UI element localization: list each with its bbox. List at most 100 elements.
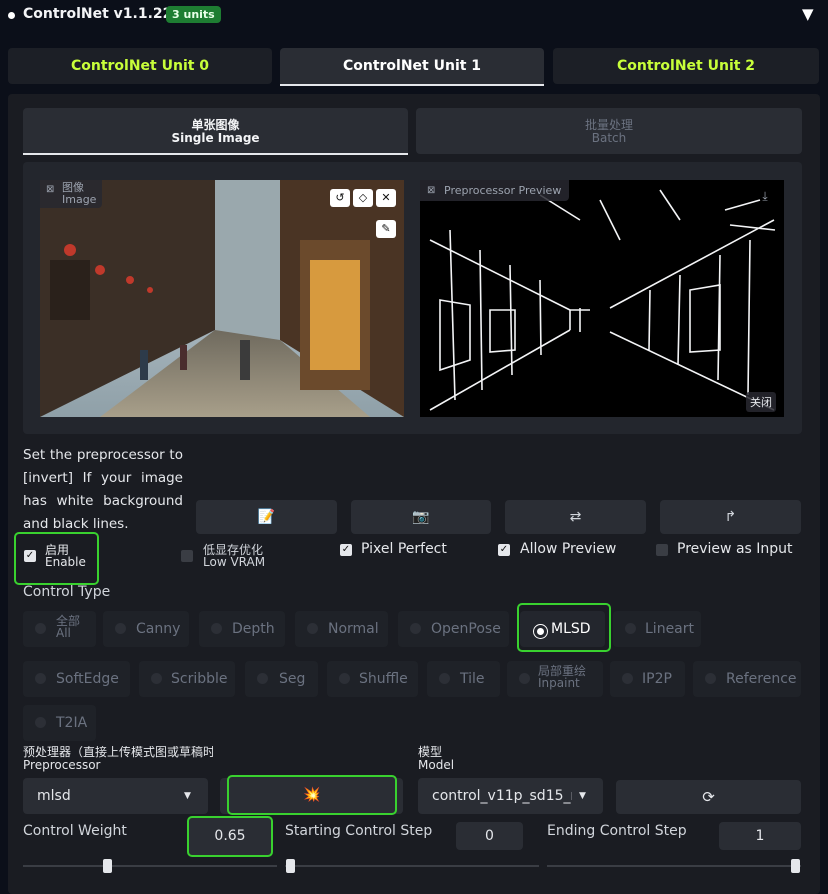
control-weight-label: Control Weight	[23, 823, 127, 839]
dropdown-arrow-icon: ▼	[579, 791, 586, 801]
clear-icon[interactable]: ✕	[376, 189, 396, 207]
radio-icon	[35, 673, 46, 684]
input-image[interactable]: ⊠ 图像 Image ↺ ◇ ✕ ✎	[40, 180, 404, 417]
brush-icon[interactable]: ✎	[376, 220, 396, 238]
control-weight-thumb[interactable]	[103, 859, 112, 873]
send-dimensions-icon[interactable]: ↱	[660, 500, 801, 534]
image-icon: ⊠	[427, 185, 436, 196]
control-type-label: Normal	[328, 621, 379, 637]
control-type-label: Control Type	[23, 584, 111, 600]
control-type-softedge[interactable]: SoftEdge	[23, 661, 130, 697]
control-type-lineart[interactable]: Lineart	[613, 611, 701, 647]
control-type-reference[interactable]: Reference	[693, 661, 801, 697]
control-type-shuffle[interactable]: Shuffle	[327, 661, 418, 697]
model-select[interactable]: control_v11p_sd15_mlsd ▼	[418, 778, 603, 814]
control-type-label: T2IA	[56, 715, 88, 731]
enable-label: 启用 Enable	[45, 544, 86, 568]
control-type-canny[interactable]: Canny	[103, 611, 189, 647]
bullet-icon	[8, 12, 15, 19]
enable-checkbox[interactable]: ✓	[24, 550, 36, 562]
radio-icon	[622, 673, 633, 684]
control-type-mlsd[interactable]: MLSD	[520, 611, 605, 647]
close-preview-button[interactable]: 关闭	[746, 392, 776, 412]
preprocessor-preview: ⊠ Preprocessor Preview ⤓ 关闭	[420, 180, 784, 417]
control-type-openpose[interactable]: OpenPose	[398, 611, 509, 647]
preprocessor-select[interactable]: mlsd ▼	[23, 778, 208, 814]
radio-icon	[151, 673, 162, 684]
street-photo	[40, 180, 404, 417]
swap-icon[interactable]: ⇄	[505, 500, 646, 534]
starting-step-input[interactable]: 0	[456, 822, 523, 850]
control-type-seg[interactable]: Seg	[245, 661, 318, 697]
preview-as-input-checkbox[interactable]	[656, 544, 668, 556]
dropdown-arrow-icon: ▼	[184, 791, 191, 801]
tab-unit-1[interactable]: ControlNet Unit 1	[280, 48, 544, 86]
camera-icon[interactable]: 📷	[351, 500, 491, 534]
ending-step-slider[interactable]	[547, 865, 801, 867]
starting-step-label: Starting Control Step	[285, 823, 433, 839]
help-text: Set the preprocessor to [invert] If your…	[23, 447, 183, 532]
tab-single-image[interactable]: 单张图像 Single Image	[23, 108, 408, 155]
control-type-t2ia[interactable]: T2IA	[23, 705, 96, 741]
control-weight-input[interactable]: 0.65	[187, 816, 273, 857]
image-label: ⊠ 图像 Image	[40, 180, 103, 208]
all-en: All	[56, 626, 71, 640]
tab-unit-2[interactable]: ControlNet Unit 2	[553, 48, 819, 84]
refresh-models-icon[interactable]: ⟳	[616, 780, 801, 814]
control-type-label: Scribble	[171, 671, 228, 687]
tab-single-image-en: Single Image	[171, 131, 260, 145]
collapse-arrow-icon[interactable]: ▼	[802, 5, 814, 23]
control-type-label: SoftEdge	[56, 671, 119, 687]
tab-unit-0[interactable]: ControlNet Unit 0	[8, 48, 272, 84]
model-label: 模型 Model	[418, 746, 454, 772]
run-preprocessor-button[interactable]: 💥	[227, 775, 397, 815]
control-weight-slider[interactable]	[23, 865, 277, 867]
ending-step-thumb[interactable]	[791, 859, 800, 873]
control-type-label: Seg	[279, 671, 306, 687]
starting-step-slider[interactable]	[285, 865, 539, 867]
control-type-label: MLSD	[551, 621, 591, 637]
radio-icon	[705, 673, 716, 684]
inpaint-en: Inpaint	[538, 676, 580, 690]
pixel-perfect-checkbox[interactable]: ✓	[340, 544, 352, 556]
control-type-label: Tile	[460, 671, 485, 687]
eraser-icon[interactable]: ◇	[353, 189, 373, 207]
edit-icon[interactable]: 📝	[196, 500, 337, 534]
model-value: control_v11p_sd15_mlsd	[432, 788, 572, 804]
control-type-all[interactable]: 全部 All	[23, 611, 96, 647]
controlnet-header[interactable]: ControlNet v1.1.227 3 units ▼	[0, 0, 828, 32]
control-type-scribble[interactable]: Scribble	[139, 661, 235, 697]
control-type-depth[interactable]: Depth	[199, 611, 285, 647]
allow-preview-checkbox[interactable]: ✓	[498, 544, 510, 556]
tab-batch-en: Batch	[591, 131, 627, 145]
preview-as-input-label: Preview as Input	[677, 541, 793, 557]
control-type-label: IP2P	[642, 671, 672, 687]
radio-icon	[519, 673, 530, 684]
control-type-label: Reference	[726, 671, 797, 687]
control-type-label: OpenPose	[431, 621, 501, 637]
control-type-ip2p[interactable]: IP2P	[610, 661, 685, 697]
radio-icon	[211, 623, 222, 634]
accordion-title: ControlNet v1.1.227	[23, 6, 183, 22]
preview-label-text: Preprocessor Preview	[444, 184, 562, 197]
tab-batch[interactable]: 批量处理 Batch	[416, 108, 802, 154]
model-label-en: Model	[418, 758, 455, 772]
download-icon[interactable]: ⤓	[755, 186, 775, 206]
ending-step-input[interactable]: 1	[719, 822, 801, 850]
control-type-inpaint[interactable]: 局部重绘 Inpaint	[507, 661, 603, 697]
undo-icon[interactable]: ↺	[330, 189, 350, 207]
control-type-tile[interactable]: Tile	[427, 661, 500, 697]
pixel-perfect-label: Pixel Perfect	[361, 541, 447, 557]
radio-icon	[35, 717, 46, 728]
radio-icon	[410, 623, 421, 634]
control-type-normal[interactable]: Normal	[295, 611, 388, 647]
control-type-label: Canny	[136, 621, 181, 637]
radio-icon	[439, 673, 450, 684]
starting-step-thumb[interactable]	[286, 859, 295, 873]
low-vram-label: 低显存优化 Low VRAM	[203, 544, 265, 568]
image-icon: ⊠	[46, 184, 55, 195]
preprocessor-label: 预处理器（直接上传模式图或草稿时 Preprocessor	[23, 746, 213, 772]
control-type-label: Depth	[232, 621, 275, 637]
units-badge: 3 units	[166, 6, 221, 23]
low-vram-checkbox[interactable]	[181, 550, 193, 562]
